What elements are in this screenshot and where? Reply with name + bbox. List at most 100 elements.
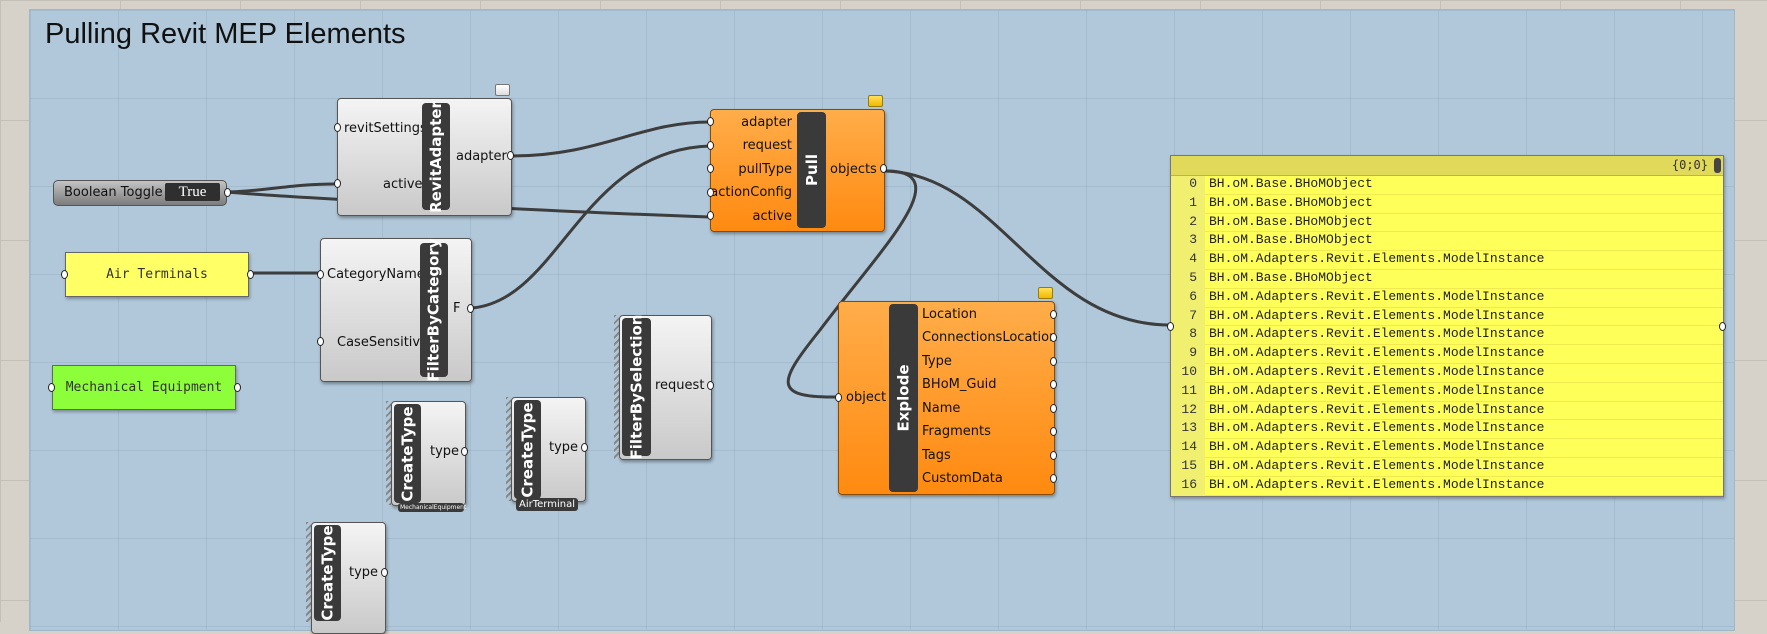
explode-component[interactable]: object Explode Location ConnectionsLocat… [835, 301, 1058, 495]
panel-input-grip[interactable] [61, 270, 68, 279]
input-case-sensitive: CaseSensitive [337, 335, 429, 350]
grip-category-name[interactable] [317, 270, 324, 279]
panel-output-grip[interactable] [247, 270, 254, 279]
grip-guid-out[interactable] [1050, 380, 1057, 389]
revit-adapter-component[interactable]: revitSettings active RevitAdapter adapte… [334, 98, 514, 216]
list-item: 15 BH.oM.Adapters.Revit.Elements.ModelIns… [1171, 457, 1723, 477]
output-request: request [655, 378, 705, 393]
grip-type-out[interactable] [581, 443, 588, 452]
grip-case-sensitive[interactable] [317, 337, 324, 346]
list-item: 1 BH.oM.Base.BHoMObject [1171, 194, 1723, 214]
create-type-tag-mechanical: MechanicalEquipment [398, 503, 467, 512]
create-type-air-terminal-component[interactable]: CreateType type [511, 397, 588, 502]
scrollbar[interactable] [1714, 158, 1721, 173]
grip-fragments-out[interactable] [1050, 427, 1057, 436]
panel-output-grip[interactable] [234, 383, 241, 392]
output-type: type [430, 444, 460, 459]
panel-mechanical-equipment[interactable]: Mechanical Equipment [48, 365, 241, 410]
data-list[interactable]: 0 BH.oM.Base.BHoMObject 1 BH.oM.Base.BHoMO… [1171, 176, 1723, 496]
output-connections-location: ConnectionsLocation [922, 330, 1058, 345]
output-location: Location [922, 307, 977, 322]
create-type-tag-air-terminal: AirTerminal [516, 498, 578, 511]
list-item: 5 BH.oM.Base.BHoMObject [1171, 269, 1723, 289]
boolean-toggle[interactable]: Boolean Toggle True [53, 180, 231, 206]
grip-objects-out[interactable] [880, 164, 887, 173]
list-item: 14 BH.oM.Adapters.Revit.Elements.ModelIns… [1171, 439, 1723, 458]
list-item: 8 BH.oM.Adapters.Revit.Elements.ModelInst… [1171, 326, 1723, 346]
grip-type-out[interactable] [381, 568, 388, 577]
panel-mechanical-equipment-text: Mechanical Equipment [65, 380, 223, 395]
panel-air-terminals[interactable]: Air Terminals [61, 252, 254, 297]
input-adapter: adapter [741, 115, 792, 130]
grip-f-out[interactable] [467, 304, 474, 313]
panel-input-grip[interactable] [1167, 322, 1174, 331]
list-item: 9 BH.oM.Adapters.Revit.Elements.ModelInst… [1171, 345, 1723, 364]
input-active: active [752, 209, 792, 224]
group-title: Pulling Revit MEP Elements [45, 18, 406, 50]
list-item: 3 BH.oM.Base.BHoMObject [1171, 232, 1723, 252]
create-type-nickname[interactable]: CreateType [514, 400, 541, 499]
grip-request-out[interactable] [707, 381, 714, 390]
data-panel[interactable]: {0;0} 0 BH.oM.Base.BHoMObject 1 BH.oM.Base… [1167, 155, 1726, 497]
filter-by-selection-nickname[interactable]: FilterBySelection [622, 315, 651, 459]
toggle-output-grip[interactable] [224, 188, 231, 197]
output-type: type [549, 440, 579, 455]
panel-input-grip[interactable] [48, 383, 55, 392]
grip-name-out[interactable] [1050, 404, 1057, 413]
output-type: Type [922, 354, 952, 369]
grip-customdata-out[interactable] [1050, 474, 1057, 483]
grip-active[interactable] [334, 179, 341, 188]
grip-location-out[interactable] [1050, 310, 1057, 319]
explode-nickname[interactable]: Explode [889, 304, 918, 492]
grip-adapter-out[interactable] [507, 151, 514, 160]
list-item: 0 BH.oM.Base.BHoMObject [1171, 176, 1723, 195]
pull-component[interactable]: adapter request pullType actionConfig ac… [707, 109, 887, 232]
panel-air-terminals-text: Air Terminals [106, 267, 208, 282]
list-item: 16 BH.oM.Adapters.Revit.Elements.ModelIns… [1171, 476, 1723, 496]
grip-revit-settings[interactable] [334, 123, 341, 132]
grip-tags-out[interactable] [1050, 451, 1057, 460]
data-path: {0;0} [1671, 158, 1708, 172]
pull-nickname[interactable]: Pull [797, 112, 826, 228]
create-type-component[interactable]: CreateType type [311, 522, 388, 634]
create-type-nickname[interactable]: CreateType [314, 525, 341, 621]
pull-options-button[interactable] [868, 95, 883, 107]
list-item: 11 BH.oM.Adapters.Revit.Elements.ModelIns… [1171, 382, 1723, 402]
create-type-mechanical-component[interactable]: CreateType type [391, 401, 468, 506]
input-pull-type: pullType [738, 162, 792, 177]
input-active: active [383, 177, 423, 192]
grip-type-out[interactable] [1050, 357, 1057, 366]
data-panel-header: {0;0} [1171, 156, 1723, 176]
revit-adapter-nickname[interactable]: RevitAdapter [422, 101, 450, 212]
output-adapter: adapter [456, 149, 507, 164]
grip-pull-type[interactable] [707, 164, 714, 173]
grip-adapter[interactable] [707, 117, 714, 126]
output-bhom-guid: BHoM_Guid [922, 377, 997, 392]
list-item: 13 BH.oM.Adapters.Revit.Elements.ModelIns… [1171, 420, 1723, 440]
explode-options-button[interactable] [1038, 287, 1053, 299]
list-item: 2 BH.oM.Base.BHoMObject [1171, 213, 1723, 233]
grip-object[interactable] [835, 393, 842, 402]
output-custom-data: CustomData [922, 471, 1003, 486]
toggle-value[interactable]: True [165, 183, 220, 201]
input-object: object [846, 390, 887, 405]
revit-adapter-options-button[interactable] [495, 84, 510, 96]
filter-by-category-component[interactable]: CategoryName CaseSensitive FilterByCateg… [317, 238, 474, 382]
create-type-nickname[interactable]: CreateType [394, 404, 421, 503]
output-type: type [349, 565, 379, 580]
list-item: 4 BH.oM.Adapters.Revit.Elements.ModelInst… [1171, 251, 1723, 270]
filter-by-category-nickname[interactable]: FilterByCategory [420, 238, 448, 382]
toggle-label: Boolean Toggle [64, 185, 163, 200]
grip-active[interactable] [707, 211, 714, 220]
list-item: 12 BH.oM.Adapters.Revit.Elements.ModelIns… [1171, 401, 1723, 421]
panel-output-grip[interactable] [1719, 322, 1726, 331]
grip-action-config[interactable] [707, 188, 714, 197]
grip-connections-out[interactable] [1050, 333, 1057, 342]
filter-by-selection-component[interactable]: FilterBySelection request [619, 315, 714, 460]
input-revit-settings: revitSettings [344, 121, 427, 136]
output-fragments: Fragments [922, 424, 991, 439]
list-item: 7 BH.oM.Adapters.Revit.Elements.ModelInst… [1171, 307, 1723, 327]
list-item: 10 BH.oM.Adapters.Revit.Elements.ModelIns… [1171, 363, 1723, 383]
grip-type-out[interactable] [461, 447, 468, 456]
grip-request[interactable] [707, 141, 714, 150]
